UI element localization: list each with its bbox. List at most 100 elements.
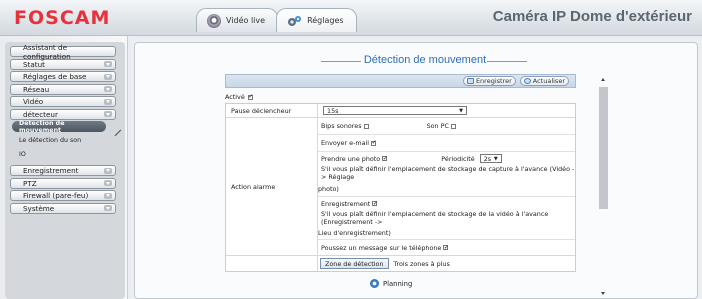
push-line: Poussez un message sur le téléphone [318, 240, 575, 255]
beep-label: Bips sonores [321, 122, 362, 130]
active-checkbox[interactable] [247, 93, 253, 100]
record-checkbox[interactable] [372, 200, 378, 207]
photo-block: Prendre une photo Périodicité 2s ▼ S'il … [318, 152, 575, 197]
period-label: Périodicité [441, 154, 475, 163]
email-label: Envoyer e-mail [321, 139, 370, 147]
camera-icon [207, 13, 221, 28]
zone-row: Zone de détection Trois zones à plus [226, 256, 575, 271]
pause-select[interactable]: 15s ▼ [323, 106, 467, 115]
submenu-io[interactable]: IO [10, 149, 116, 160]
chevron-down-icon [104, 86, 112, 92]
email-checkbox[interactable] [371, 139, 377, 146]
zone-row-spacer [226, 256, 318, 271]
chevron-down-icon [104, 167, 112, 174]
photo-note-2: photo) [318, 184, 339, 193]
tab-live-video[interactable]: Vidéo live [196, 8, 279, 32]
dropdown-arrow-icon: ▼ [493, 155, 498, 162]
menu-setup-wizard-label: Assistant de configuration [23, 42, 71, 61]
active-row: Activé [225, 91, 576, 103]
refresh-button[interactable]: Actualiser [519, 76, 569, 86]
email-line: Envoyer e-mail [318, 135, 575, 152]
record-note-2: Lieu d'enregistrement) [318, 228, 391, 237]
pause-row: Pause déclencheur 15s ▼ [226, 104, 575, 118]
chevron-down-icon [104, 205, 112, 211]
period-select[interactable]: 2s ▼ [479, 154, 502, 163]
scroll-down-icon[interactable] [601, 292, 605, 295]
alarm-action-label: Action alarme [226, 118, 318, 255]
menu-system-label: Système [23, 203, 55, 213]
chevron-down-icon [104, 192, 112, 199]
pause-label: Pause déclencheur [226, 104, 318, 117]
detection-zone-button[interactable]: Zone de détection [320, 258, 389, 269]
alarm-action-options: Bips sonores Son PC Envoyer e-mail Prend… [318, 118, 575, 255]
menu-setup-wizard[interactable]: Assistant de configuration [10, 43, 116, 61]
photo-checkbox[interactable] [382, 155, 388, 162]
zone-text: Trois zones à plus [393, 259, 450, 268]
record-label: Enregistrement [321, 199, 371, 208]
submenu-motion-detection[interactable]: Détection de mouvement [12, 120, 106, 134]
photo-line: Prendre une photo Périodicité 2s ▼ [318, 152, 575, 165]
menu-basic-settings-label: Réglages de base [23, 72, 87, 81]
submenu-sound-detection[interactable]: Le détection du son [10, 135, 116, 146]
beep-checkbox[interactable] [363, 123, 369, 129]
menu-network-label: Réseau [23, 84, 50, 94]
scroll-up-icon[interactable] [601, 78, 605, 81]
menu-video-label: Vidéo [23, 97, 44, 106]
refresh-button-label: Actualiser [532, 77, 565, 85]
motion-form: Activé Pause déclencheur 15s ▼ Action al… [225, 91, 576, 272]
sound-line: Bips sonores Son PC [318, 118, 575, 135]
gear-icon [287, 14, 302, 28]
alarm-action-row: Action alarme Bips sonores Son PC Envoye… [226, 118, 575, 256]
menu-detector-label: détecteur [23, 109, 58, 119]
chevron-down-icon [104, 73, 112, 80]
record-block: Enregistrement S'il vous plaît définir l… [318, 197, 575, 240]
planning-label: Planning [383, 279, 413, 288]
dropdown-arrow-icon: ▼ [459, 107, 463, 114]
pc-sound-checkbox[interactable] [451, 123, 456, 129]
main-tabs: Vidéo live Réglages [196, 8, 357, 34]
chevron-up-icon [104, 111, 112, 117]
record-line: Enregistrement [318, 197, 575, 210]
menu-recording[interactable]: Enregistrement [10, 165, 116, 176]
chevron-down-icon [104, 61, 112, 67]
menu-system[interactable]: Système [10, 202, 116, 214]
menu-ptz[interactable]: PTZ [10, 177, 116, 189]
menu-ptz-label: PTZ [23, 178, 37, 188]
menu-recording-label: Enregistrement [23, 166, 79, 175]
tab-settings[interactable]: Réglages [276, 8, 357, 32]
menu-status-label: Statut [23, 59, 45, 69]
refresh-icon [523, 78, 531, 84]
chevron-down-icon [104, 180, 112, 186]
menu-network[interactable]: Réseau [10, 83, 116, 95]
menu-basic-settings[interactable]: Réglages de base [10, 71, 116, 82]
scrollbar-thumb[interactable] [599, 87, 608, 209]
settings-menu: Assistant de configuration Statut Réglag… [10, 43, 116, 215]
photo-note: S'il vous plaît définir l'emplacement de… [321, 165, 575, 181]
top-header: FOSCAM Vidéo live Réglages Caméra IP Dom… [0, 0, 702, 36]
push-checkbox[interactable] [443, 244, 449, 251]
photo-label: Prendre une photo [321, 154, 381, 163]
vertical-scrollbar[interactable] [599, 75, 608, 295]
camera-model-title: Caméra IP Dome d'extérieur [492, 8, 692, 25]
menu-detector[interactable]: détecteur [10, 108, 116, 120]
page-title: Détection de mouvement [305, 54, 545, 66]
settings-grid: Pause déclencheur 15s ▼ Action alarme Bi… [225, 103, 576, 272]
content-panel: Détection de mouvement Enregistrer Actua… [134, 42, 698, 299]
pause-select-value: 15s [327, 106, 339, 115]
pc-sound-label: Son PC [426, 122, 449, 130]
tab-settings-label: Réglages [307, 16, 344, 25]
tab-live-video-label: Vidéo live [226, 16, 266, 25]
menu-firewall[interactable]: Firewall (pare-feu) [10, 190, 116, 201]
menu-video[interactable]: Vidéo [10, 96, 116, 107]
menu-firewall-label: Firewall (pare-feu) [23, 191, 89, 200]
main-area: Détection de mouvement Enregistrer Actua… [131, 38, 702, 299]
pencil-icon [114, 129, 122, 136]
planning-link[interactable]: Planning [370, 279, 412, 288]
chevron-down-icon [104, 98, 112, 105]
sidebar: Assistant de configuration Statut Réglag… [0, 36, 128, 299]
action-toolbar: Enregistrer Actualiser [225, 74, 576, 88]
save-button[interactable]: Enregistrer [462, 76, 516, 86]
detector-submenu: Détection de mouvement Le détection du s… [10, 120, 116, 165]
foscam-logo: FOSCAM [14, 7, 111, 29]
save-button-label: Enregistrer [475, 77, 512, 85]
